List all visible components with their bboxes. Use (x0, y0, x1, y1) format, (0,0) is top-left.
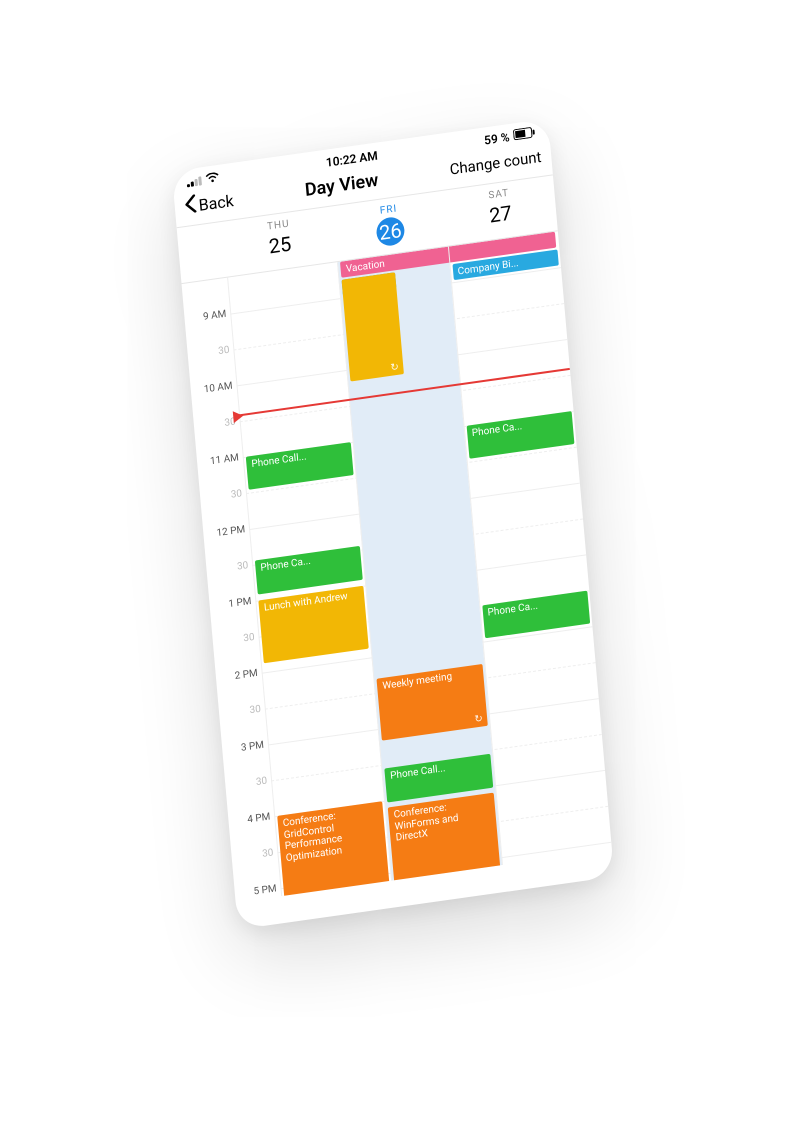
calendar-event[interactable] (342, 272, 404, 382)
time-label: 30 (256, 776, 268, 789)
calendar-event[interactable]: Phone Ca... (482, 591, 590, 638)
phone-frame: 10:22 AM 59 % Back Day View Change count (172, 118, 615, 929)
calendar-grid[interactable]: 9 AM 30 10 AM 30 11 AM 30 12 PM 30 1 PM 30 2 PM 30 3… (182, 231, 612, 902)
calendar-event[interactable]: Conference: WinForms and DirectX (388, 793, 501, 892)
page-title: Day View (304, 169, 379, 200)
signal-icon (186, 176, 202, 187)
time-label: 4 PM (247, 811, 271, 825)
battery-icon (513, 126, 536, 143)
time-label: 30 (237, 560, 249, 573)
day-columns: Phone Call... Phone Ca... Lunch with Andre… (227, 231, 612, 896)
time-label: 30 (243, 632, 255, 645)
time-label: 2 PM (234, 668, 258, 682)
calendar-event[interactable]: Conference: GridControl Performance Opti… (277, 801, 390, 902)
time-label: 3 PM (241, 740, 265, 754)
calendar-event[interactable]: Phone Call... (246, 442, 354, 489)
date-number: 26 (375, 216, 405, 248)
time-label: 30 (249, 704, 261, 717)
calendar-event[interactable]: Company Bi... (452, 249, 559, 280)
back-button[interactable]: Back (184, 189, 235, 218)
battery-text: 59 % (484, 130, 511, 148)
time-label: 30 (218, 345, 230, 358)
chevron-left-icon (184, 194, 198, 218)
back-label: Back (198, 191, 234, 215)
calendar-event[interactable]: Phone Ca... (466, 411, 574, 458)
gutter-spacer (177, 222, 227, 283)
time-label: 10 AM (203, 380, 233, 395)
time-label: 1 PM (228, 596, 252, 610)
time-label: 11 AM (210, 452, 240, 467)
time-label: 12 PM (216, 524, 245, 539)
time-label: 30 (262, 847, 274, 860)
calendar-event[interactable]: Lunch with Andrew (258, 586, 369, 663)
wifi-icon (205, 171, 220, 187)
time-label: 30 (230, 488, 242, 501)
change-count-button[interactable]: Change count (449, 148, 542, 179)
time-label: 5 PM (253, 883, 277, 897)
time-label: 9 AM (203, 309, 227, 323)
